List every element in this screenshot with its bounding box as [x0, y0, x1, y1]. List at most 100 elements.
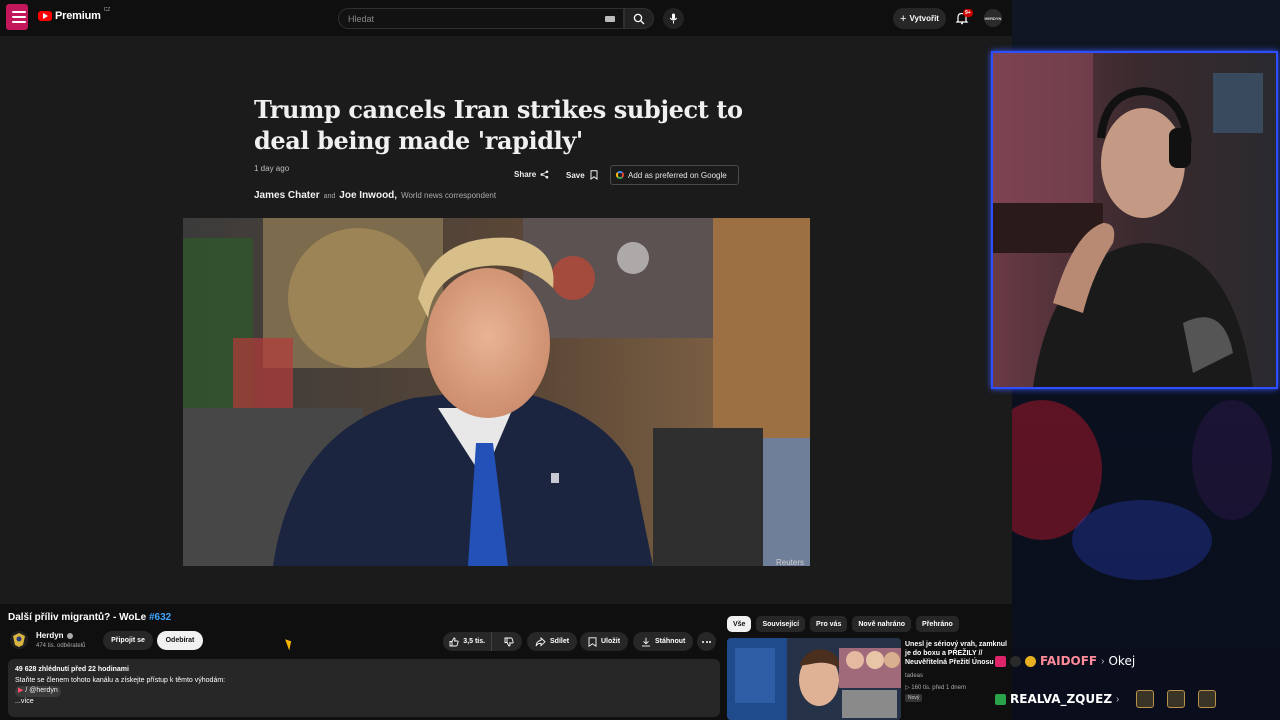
photo-illustration — [183, 218, 810, 566]
chip-for-you[interactable]: Pro vás — [810, 616, 848, 632]
like-dislike-group: 3,5 tis. — [443, 632, 522, 651]
channel-name[interactable]: Herdyn — [36, 631, 73, 640]
channel-logo-icon — [13, 633, 25, 647]
download-label: Stáhnout — [655, 638, 686, 645]
sub-badge-icon — [995, 655, 1006, 667]
mouse-cursor — [285, 637, 294, 651]
youtube-logo[interactable]: Premium CZ — [38, 7, 111, 22]
chat-message: FAIDOFF › Okej — [995, 654, 1135, 668]
chat-username[interactable]: FAIDOFF — [1040, 654, 1097, 668]
account-avatar[interactable]: HERDYN — [984, 9, 1002, 27]
search-input[interactable] — [348, 13, 588, 24]
keyboard-icon[interactable] — [605, 16, 615, 22]
recommended-video-thumbnail[interactable] — [727, 638, 901, 720]
chat-text: Okej — [1108, 654, 1136, 668]
create-label: Vytvořit — [909, 14, 939, 23]
webcam-feed — [991, 51, 1278, 389]
chevron-right-icon: › — [1101, 655, 1105, 667]
save-label: Uložit — [601, 638, 621, 645]
join-button[interactable]: Připojit se — [103, 631, 153, 650]
thumbs-down-icon — [504, 637, 514, 646]
video-description[interactable]: 49 628 zhlédnutí před 22 hodinami Staňte… — [8, 659, 720, 717]
download-icon — [642, 637, 650, 646]
article-photo — [183, 218, 810, 566]
region-label: CZ — [103, 7, 111, 13]
save-button[interactable]: Uložit — [580, 632, 629, 651]
notification-badge: 9+ — [963, 9, 973, 17]
video-title-text: Další příliv migrantů? - WoLe — [8, 612, 147, 623]
channel-handle-text: / @herdyn — [25, 687, 58, 694]
share-label: Sdílet — [550, 638, 570, 645]
share-icon — [540, 170, 549, 179]
byline-and: and — [323, 193, 336, 200]
channel-avatar[interactable] — [10, 631, 28, 649]
dislike-button[interactable] — [496, 632, 522, 651]
video-hashtag[interactable]: #632 — [149, 612, 171, 623]
like-button[interactable]: 3,5 tis. — [443, 632, 493, 651]
chevron-right-icon: › — [1116, 693, 1120, 705]
viewer-badge-icon — [1010, 655, 1021, 667]
menu-icon[interactable] — [12, 11, 26, 23]
level-badge-icon — [1025, 655, 1036, 667]
like-count: 3,5 tis. — [463, 638, 486, 645]
article-timestamp: 1 day ago — [254, 164, 290, 173]
search-box — [338, 8, 624, 29]
description-more[interactable]: ...více — [15, 697, 713, 708]
youtube-topbar: Premium CZ + Vytvořit 9+ HERDYN — [0, 0, 1012, 36]
search-icon — [633, 13, 645, 24]
search-button[interactable] — [624, 8, 654, 29]
bookmark-icon — [590, 170, 598, 180]
microphone-icon — [669, 13, 678, 24]
channel-name-text: Herdyn — [36, 631, 64, 640]
more-actions-button[interactable] — [697, 632, 716, 651]
voice-search-button[interactable] — [663, 8, 684, 29]
article-bylines: James Chater and Joe Inwood, World news … — [254, 190, 496, 201]
chat-message: REALVA_ZQUEZ › — [995, 690, 1217, 708]
author-role: World news correspondent — [401, 191, 497, 200]
google-icon — [616, 171, 624, 179]
channel-handle[interactable]: ▶ / @herdyn — [15, 686, 61, 697]
chip-related[interactable]: Související — [756, 616, 806, 632]
verified-icon — [66, 632, 73, 639]
description-handle-line: ▶ / @herdyn — [15, 686, 713, 697]
description-line: Staňte se členem tohoto kanálu a získejt… — [15, 676, 226, 684]
view-stats: 49 628 zhlédnutí před 22 hodinami — [15, 666, 129, 673]
youtube-play-icon — [38, 11, 52, 21]
related-filter-chips: Vše Související Pro vás Nově nahráno Pře… — [727, 616, 959, 632]
recommended-channel[interactable]: tadeas — [905, 673, 923, 679]
share-button[interactable]: Sdílet — [527, 632, 578, 651]
thumbnail-illustration — [727, 638, 901, 720]
webcam-illustration — [993, 53, 1276, 387]
share-arrow-icon — [535, 636, 546, 647]
emote-icon — [1136, 690, 1155, 708]
author-name: James Chater — [254, 190, 320, 201]
brand-label: Premium — [55, 10, 101, 22]
article-save: Save — [566, 170, 598, 180]
recommended-meta: ▷ 160 tis. před 1 dnem — [905, 685, 966, 691]
recommended-video-title[interactable]: Unesl je sériový vrah, zamknul je do box… — [905, 640, 1009, 667]
youtube-play-icon: ▶ — [18, 687, 24, 694]
emote-icon — [1198, 690, 1217, 708]
google-preferred-button: Add as preferred on Google — [610, 165, 739, 185]
chip-all[interactable]: Vše — [727, 616, 752, 632]
video-player[interactable]: Trump cancels Iran strikes subject to de… — [0, 36, 1012, 604]
chat-username[interactable]: REALVA_ZQUEZ — [1010, 692, 1112, 706]
photo-credit: Reuters — [776, 558, 805, 567]
google-label: Add as preferred on Google — [628, 170, 727, 180]
author-name: Joe Inwood, — [339, 190, 398, 201]
article-share: Share — [514, 170, 549, 179]
subscriber-count: 474 tis. odběratelů — [36, 643, 86, 649]
emote-icon — [1167, 690, 1186, 708]
chip-watched[interactable]: Přehráno — [916, 616, 959, 632]
share-label: Share — [514, 170, 537, 179]
create-button[interactable]: + Vytvořit — [893, 8, 946, 29]
new-badge: Nový — [905, 694, 923, 702]
plus-icon: + — [900, 12, 907, 25]
sub-badge-icon — [995, 693, 1006, 705]
subscribe-button[interactable]: Odebírat — [157, 631, 203, 650]
download-button[interactable]: Stáhnout — [633, 632, 694, 651]
chip-recently-uploaded[interactable]: Nově nahráno — [852, 616, 912, 632]
save-playlist-icon — [588, 636, 597, 647]
save-label: Save — [566, 170, 585, 180]
article-headline: Trump cancels Iran strikes subject to de… — [254, 95, 743, 155]
